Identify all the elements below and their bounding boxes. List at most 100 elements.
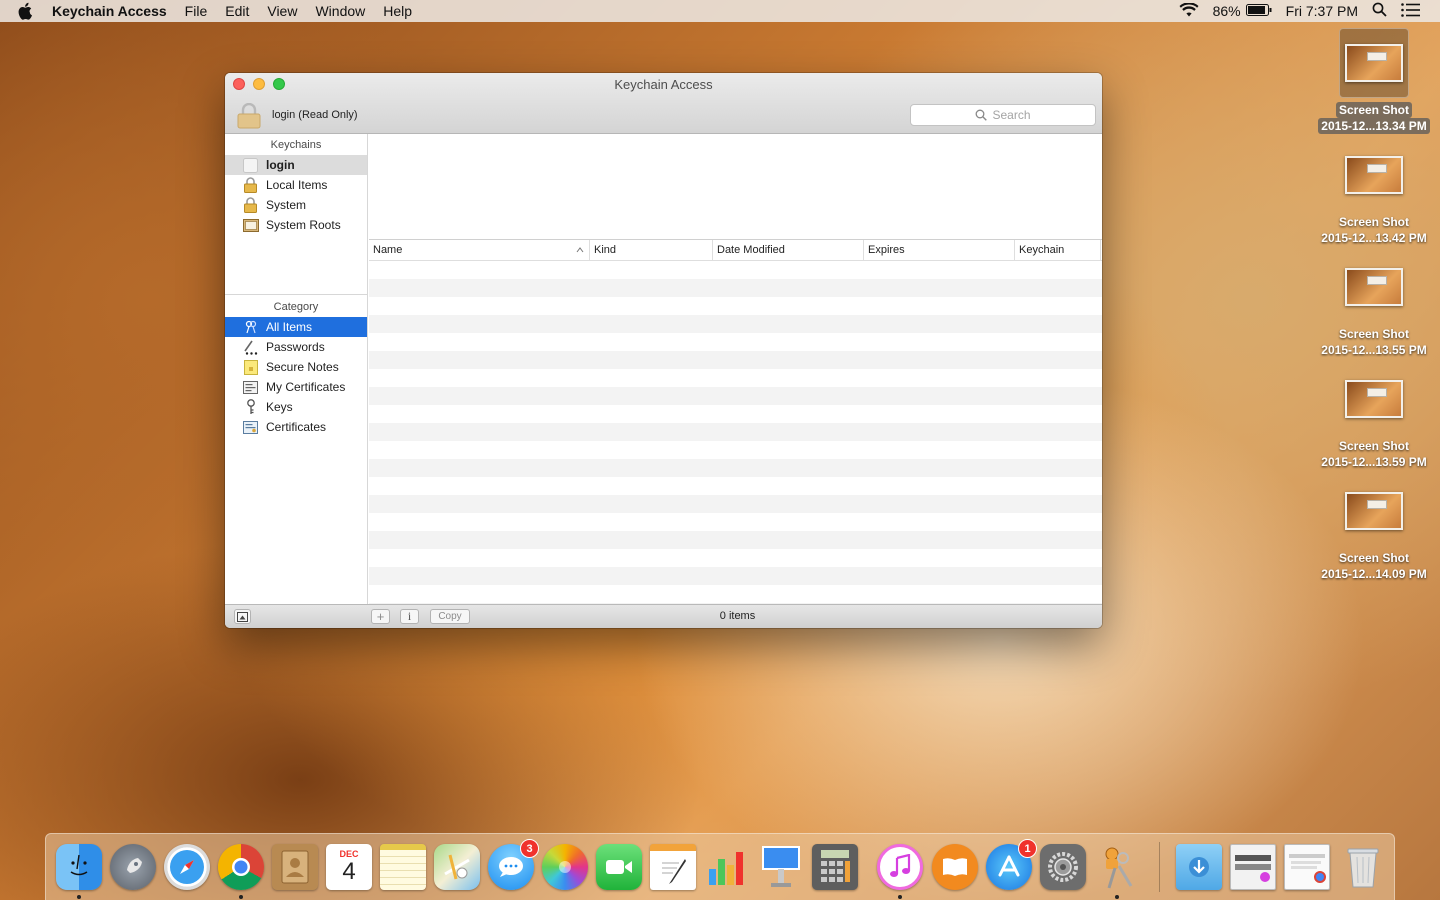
sidebar-item-my-certificates[interactable]: My Certificates — [225, 377, 367, 397]
sidebar-item-label: Passwords — [266, 340, 325, 354]
spotlight-icon[interactable] — [1372, 2, 1387, 20]
column-header-name[interactable]: Name — [369, 240, 590, 261]
dock-notes[interactable] — [378, 842, 428, 892]
desktop-screenshot-1[interactable]: Screen Shot 2015-12...13.34 PM — [1309, 28, 1439, 134]
battery-icon[interactable] — [1245, 3, 1272, 19]
app-menu[interactable]: Keychain Access — [52, 3, 167, 19]
dock-chrome[interactable] — [216, 842, 266, 899]
show-keychains-button[interactable] — [234, 609, 251, 624]
sidebar-item-login[interactable]: login — [225, 155, 367, 175]
desktop-screenshot-4[interactable]: Screen Shot 2015-12...13.59 PM — [1309, 364, 1439, 470]
file-name-line1: Screen Shot — [1338, 551, 1410, 565]
dock-calendar[interactable]: DEC 4 — [324, 842, 374, 892]
apple-menu-icon[interactable] — [18, 0, 38, 22]
get-info-button[interactable]: i — [400, 609, 419, 624]
dock-finder[interactable] — [54, 842, 104, 899]
sidebar-item-certificates[interactable]: Certificates — [225, 417, 367, 437]
dock-messages[interactable]: 3 — [486, 839, 539, 892]
dock-screenshots-stack[interactable] — [1228, 842, 1278, 892]
dock-calculator[interactable] — [810, 842, 860, 892]
sidebar-item-label: My Certificates — [266, 380, 346, 394]
my-certificate-icon — [242, 379, 259, 396]
open-book-icon — [932, 844, 978, 890]
menu-edit[interactable]: Edit — [225, 0, 249, 22]
dock-trash[interactable] — [1338, 842, 1388, 892]
rocket-icon — [110, 844, 156, 890]
dock: DEC 4 3 1 — [45, 833, 1395, 900]
sidebar-item-label: Secure Notes — [266, 360, 339, 374]
menu-help[interactable]: Help — [383, 0, 412, 22]
podium-icon — [758, 844, 804, 890]
sidebar-item-system[interactable]: System — [225, 195, 367, 215]
keychains-list: Keychains login Local Items System Syste… — [225, 135, 367, 295]
image-thumbnail-icon — [1339, 28, 1409, 98]
add-item-button[interactable]: + — [371, 609, 390, 624]
wifi-icon[interactable] — [1179, 1, 1199, 20]
file-name-line1: Screen Shot — [1335, 102, 1413, 118]
column-header-keychain[interactable]: Keychain — [1015, 240, 1101, 261]
dock-keynote[interactable] — [756, 842, 806, 892]
sidebar-item-keys[interactable]: Keys — [225, 397, 367, 417]
lock-icon — [242, 197, 259, 214]
dock-facetime[interactable] — [594, 842, 644, 892]
search-field[interactable]: Search — [910, 104, 1096, 126]
dock-system-preferences[interactable] — [1038, 842, 1088, 892]
item-detail-pane — [369, 134, 1102, 240]
desktop-screenshot-5[interactable]: Screen Shot 2015-12...14.09 PM — [1309, 476, 1439, 582]
trash-can-icon — [1340, 844, 1386, 890]
battery-percent[interactable]: 86% — [1213, 3, 1241, 19]
dock-separator — [1159, 842, 1160, 892]
menu-file[interactable]: File — [185, 0, 208, 22]
contacts-book-icon — [272, 844, 318, 890]
dock-contacts[interactable] — [270, 842, 320, 892]
key-icon — [242, 399, 259, 416]
menu-window[interactable]: Window — [315, 0, 365, 22]
dock-documents-stack[interactable] — [1282, 842, 1332, 892]
clock[interactable]: Fri 7:37 PM — [1286, 3, 1358, 19]
column-header-kind[interactable]: Kind — [590, 240, 713, 261]
sidebar-item-all-items[interactable]: All Items — [225, 317, 367, 337]
notepad-icon — [380, 844, 426, 890]
dock-app-store[interactable]: 1 — [984, 839, 1037, 892]
padlock-icon[interactable] — [237, 102, 261, 129]
all-items-icon — [242, 319, 259, 336]
notification-badge: 3 — [520, 839, 539, 858]
file-name-line2: 2015-12...13.55 PM — [1321, 343, 1427, 357]
notification-center-icon[interactable] — [1401, 2, 1420, 20]
column-header-expires[interactable]: Expires — [864, 240, 1015, 261]
sidebar-item-label: All Items — [266, 320, 313, 334]
dock-numbers[interactable] — [702, 842, 752, 892]
dock-itunes[interactable] — [875, 842, 925, 899]
copy-button[interactable]: Copy — [430, 609, 470, 624]
dock-pages[interactable] — [648, 842, 698, 892]
menu-view[interactable]: View — [267, 0, 297, 22]
music-note-icon — [877, 844, 923, 890]
category-header: Category — [273, 301, 319, 313]
desktop-screenshot-2[interactable]: Screen Shot 2015-12...13.42 PM — [1309, 140, 1439, 246]
calendar-icon: DEC 4 — [326, 844, 372, 890]
sidebar-item-secure-notes[interactable]: Secure Notes — [225, 357, 367, 377]
sidebar-item-system-roots[interactable]: System Roots — [225, 215, 367, 235]
compass-icon — [164, 844, 210, 890]
dock-photos[interactable] — [540, 842, 590, 892]
sidebar-item-label: System Roots — [266, 218, 341, 232]
sidebar-item-label: login — [266, 158, 295, 172]
window-thumbnails-icon — [1230, 844, 1276, 890]
sidebar-item-passwords[interactable]: Passwords — [225, 337, 367, 357]
dock-keychain-access[interactable] — [1092, 842, 1142, 899]
dock-launchpad[interactable] — [108, 842, 158, 892]
calculator-icon — [812, 844, 858, 890]
items-table[interactable] — [369, 261, 1102, 604]
dock-safari[interactable] — [162, 842, 212, 892]
sidebar-item-local-items[interactable]: Local Items — [225, 175, 367, 195]
toolbar: Keychain Access login (Read Only) Search — [225, 73, 1102, 134]
sidebar-item-label: Local Items — [266, 178, 328, 192]
file-name-line1: Screen Shot — [1338, 439, 1410, 453]
dock-maps[interactable] — [432, 842, 482, 892]
column-header-date-modified[interactable]: Date Modified — [713, 240, 864, 261]
dock-ibooks[interactable] — [930, 842, 980, 892]
file-name-line2: 2015-12...13.59 PM — [1321, 455, 1427, 469]
file-name-line1: Screen Shot — [1338, 327, 1410, 341]
desktop-screenshot-3[interactable]: Screen Shot 2015-12...13.55 PM — [1309, 252, 1439, 358]
dock-downloads-stack[interactable] — [1174, 842, 1224, 892]
